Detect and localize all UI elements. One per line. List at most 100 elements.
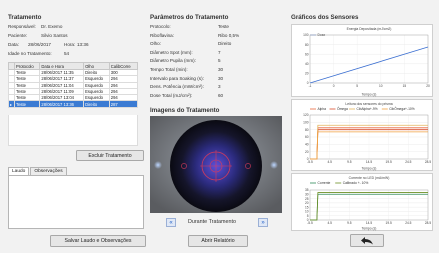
- field-label-responsavel: Responsável:: [8, 24, 36, 29]
- x-axis-label: Tempo (s): [362, 167, 377, 171]
- legend-label: CibÔmega+-10%: [389, 106, 414, 111]
- delete-treatment-button[interactable]: Excluir Tratamento: [76, 150, 144, 161]
- param-label: Protocolo:: [150, 24, 171, 29]
- table-header-calib[interactable]: CalibCorre: [108, 62, 139, 70]
- y-tick-label: 60: [305, 135, 309, 139]
- param-label: Tempo Total (min):: [150, 67, 188, 72]
- x-tick-label: 9.5: [347, 221, 352, 225]
- x-axis-label: Tempo (s): [362, 93, 377, 97]
- param-value: 60: [218, 92, 224, 98]
- param-value: 30: [218, 75, 224, 81]
- x-tick-label: 20: [426, 84, 430, 88]
- chart-led-svg: Corrente no LED (mA/mW) Corrente Calibrado…: [305, 176, 431, 231]
- images-title: Imagens do Tratamento: [150, 107, 220, 114]
- table-header-protocolo[interactable]: Protocolo: [13, 62, 41, 70]
- report-textarea[interactable]: [8, 175, 144, 229]
- field-value-paciente: Silvio Santos: [41, 33, 68, 38]
- save-report-button[interactable]: Salvar Laudo e Observações: [50, 235, 146, 247]
- x-tick-label: 4.5: [327, 221, 332, 225]
- param-label: Riboflavina:: [150, 32, 175, 38]
- legend-label: Calibrado +- 10%: [343, 181, 369, 185]
- x-tick-label: -1: [309, 84, 312, 88]
- param-label: Intervalo para Soaking (s):: [150, 75, 204, 81]
- chart-energy-svg: Energia Depositada (mJ/cm2)Dose100806040…: [303, 27, 430, 97]
- chart-title: Energia Depositada (mJ/cm2): [347, 27, 392, 31]
- table-header-olho[interactable]: Olho: [83, 62, 110, 70]
- table-cell: 287: [108, 100, 139, 108]
- x-tick-label: 28.5: [425, 221, 431, 225]
- back-arrow-icon: [361, 237, 373, 245]
- tab-laudo[interactable]: Laudo: [8, 167, 30, 175]
- param-label: Diâmetro Spot (mm):: [150, 49, 193, 55]
- param-label: Dose Total (mJ/cm²):: [150, 92, 193, 98]
- field-value-idade: 54: [64, 51, 70, 56]
- x-tick-label: -5.5: [307, 221, 313, 225]
- chart-prism: Leitura dos sensores do prisma Alpha Ômega…: [291, 99, 433, 171]
- field-label-paciente: Paciente:: [8, 33, 28, 38]
- y-tick-label: 20: [305, 72, 309, 76]
- x-tick-label: 24.5: [405, 221, 411, 225]
- table-cell: Direito: [83, 100, 110, 108]
- x-tick-label: 0: [333, 84, 335, 88]
- field-value-responsavel: Dr. Exemo: [41, 24, 63, 29]
- y-tick-label: 100: [303, 121, 309, 125]
- field-value-hora: 13:36: [77, 42, 89, 47]
- field-label-idade: Idade no Tratamento:: [8, 51, 52, 56]
- x-tick-label: 5: [356, 84, 358, 88]
- legend-label: CibAlpha+-9%: [357, 107, 378, 111]
- x-tick-label: 4.5: [327, 160, 332, 164]
- field-label-data: Data:: [8, 42, 19, 47]
- param-value: 30: [218, 67, 224, 72]
- tab-observacoes[interactable]: Observações: [30, 167, 67, 175]
- x-tick-label: 24.5: [405, 160, 411, 164]
- y-tick-label: 40: [305, 62, 309, 66]
- x-tick-label: 9.5: [347, 160, 352, 164]
- plot-frame: [309, 34, 429, 84]
- param-label: Diâmetro Pupila (mm):: [150, 58, 196, 64]
- treatments-table: Protocolo Data e Hora Olho CalibCorre Te…: [8, 62, 139, 108]
- x-tick-label: 14.5: [366, 160, 372, 164]
- x-tick-label: 14.5: [366, 221, 372, 225]
- chart-led: Corrente no LED (mA/mW) Corrente Calibrado…: [291, 173, 433, 231]
- image-caption: Durante Tratamento: [188, 219, 236, 225]
- chart-prism-svg: Leitura dos sensores do prisma Alpha Ômega…: [303, 102, 431, 171]
- param-value: 3: [218, 84, 221, 90]
- param-value: Ribo 0,5%: [218, 32, 240, 38]
- x-tick-label: 19.5: [386, 160, 392, 164]
- x-tick-label: 15: [403, 84, 407, 88]
- param-value: Direito: [218, 41, 232, 47]
- open-report-button[interactable]: Abrir Relatório: [188, 235, 248, 247]
- param-value: 7: [218, 49, 221, 55]
- field-label-hora: Hora:: [64, 42, 76, 47]
- previous-image-icon[interactable]: «: [166, 218, 176, 227]
- legend-label: Alpha: [318, 107, 327, 111]
- table-cell: 28/06/2017 13:36: [39, 100, 85, 108]
- x-axis-label: Tempo (s): [362, 227, 377, 231]
- legend-label: Ômega: [337, 106, 348, 111]
- table-row[interactable]: ▸ Teste 28/06/2017 13:36 Direito 287: [8, 100, 139, 108]
- sensor-charts-title: Gráficos dos Sensores: [291, 14, 359, 21]
- eye-image-svg: [150, 116, 282, 213]
- y-tick-label: 80: [305, 128, 309, 132]
- y-tick-label: 20: [305, 150, 309, 154]
- series-line: [309, 46, 429, 84]
- next-image-icon[interactable]: »: [258, 218, 268, 227]
- table-cell: Teste: [13, 100, 41, 108]
- back-button[interactable]: [350, 234, 384, 247]
- chart-energy: Energia Depositada (mJ/cm2) Dose 100 80 60 40…: [291, 24, 433, 97]
- y-tick-label: 80: [305, 43, 309, 47]
- treatment-title: Tratamento: [8, 14, 42, 21]
- y-tick-label: 120: [303, 113, 309, 117]
- x-tick-label: 28.5: [425, 160, 431, 164]
- table-header-row: Protocolo Data e Hora Olho CalibCorre: [8, 62, 139, 70]
- param-label: Olho:: [150, 41, 161, 47]
- report-tabs: Laudo Observações: [8, 167, 68, 175]
- param-label: Dens. Potência (mW/cm²):: [150, 84, 204, 90]
- param-value: Teste: [218, 24, 229, 29]
- x-tick-label: -5.5: [307, 160, 313, 164]
- table-header-data-hora[interactable]: Data e Hora: [39, 62, 85, 70]
- treatment-image: [150, 116, 282, 213]
- param-value: 5: [218, 58, 221, 64]
- x-tick-label: 19.5: [386, 221, 392, 225]
- y-tick-label: 40: [305, 143, 309, 147]
